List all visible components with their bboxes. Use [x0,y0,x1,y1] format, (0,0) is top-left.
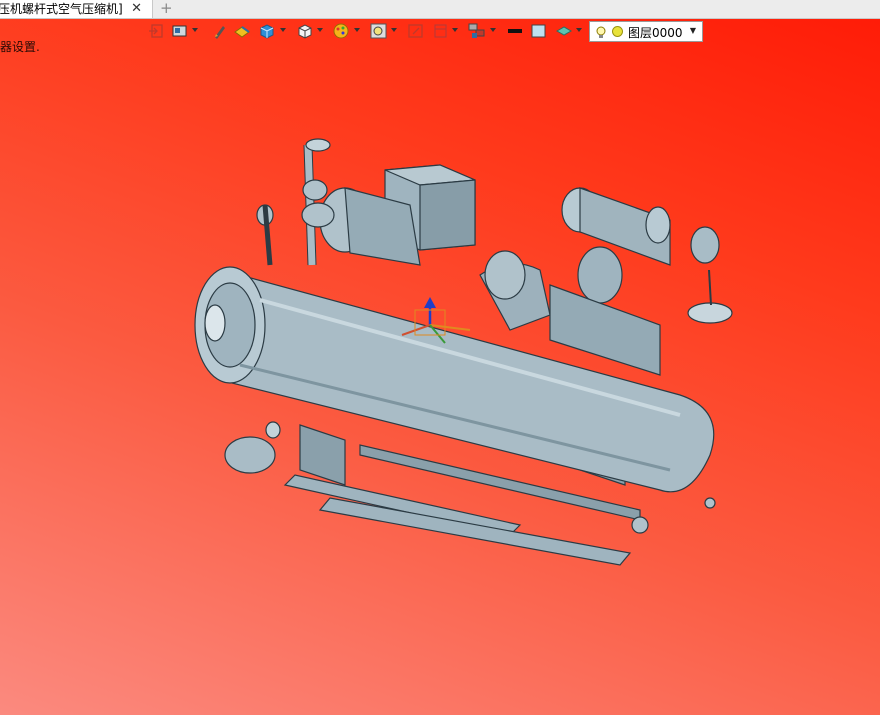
tab-bar: 压机螺杆式空气压缩机] ✕ + [0,0,880,19]
status-text: 器设置. [0,40,40,54]
document-tab[interactable]: 压机螺杆式空气压缩机] ✕ [0,0,153,18]
fill-color-icon[interactable] [530,22,548,42]
chevron-down-icon[interactable] [192,28,198,32]
section-icon[interactable] [407,22,425,42]
material-icon[interactable] [555,22,573,42]
layer-selector[interactable]: 图层0000 ▼ [589,21,703,42]
box-view-icon[interactable] [296,22,314,42]
exit-sketch-icon[interactable] [148,22,164,42]
view-toolbar [145,22,595,42]
chevron-down-icon[interactable] [576,28,582,32]
palette-icon[interactable] [332,22,350,42]
close-tab-icon[interactable]: ✕ [131,0,142,18]
new-tab-button[interactable]: + [160,0,173,17]
layer-name: 图层0000 [628,26,683,40]
chevron-down-icon[interactable] [391,28,397,32]
solid-box-icon[interactable] [258,22,276,42]
view-mode-icon[interactable] [172,22,188,42]
line-color-icon[interactable] [506,22,524,42]
tab-title: 压机螺杆式空气压缩机] [0,2,123,16]
layer-color-indicator[interactable] [612,26,623,37]
chevron-down-icon[interactable]: ▼ [690,26,696,35]
chevron-down-icon[interactable] [490,28,496,32]
zoom-icon[interactable] [370,22,388,42]
chevron-down-icon[interactable] [317,28,323,32]
chevron-down-icon[interactable] [452,28,458,32]
compressor-3d-model[interactable] [180,125,740,575]
frame-icon[interactable] [432,22,450,42]
chevron-down-icon[interactable] [354,28,360,32]
paint-icon[interactable] [233,22,251,42]
pen-icon[interactable] [212,22,226,42]
layers-icon[interactable] [468,22,488,42]
lightbulb-icon[interactable] [595,25,607,44]
chevron-down-icon[interactable] [280,28,286,32]
